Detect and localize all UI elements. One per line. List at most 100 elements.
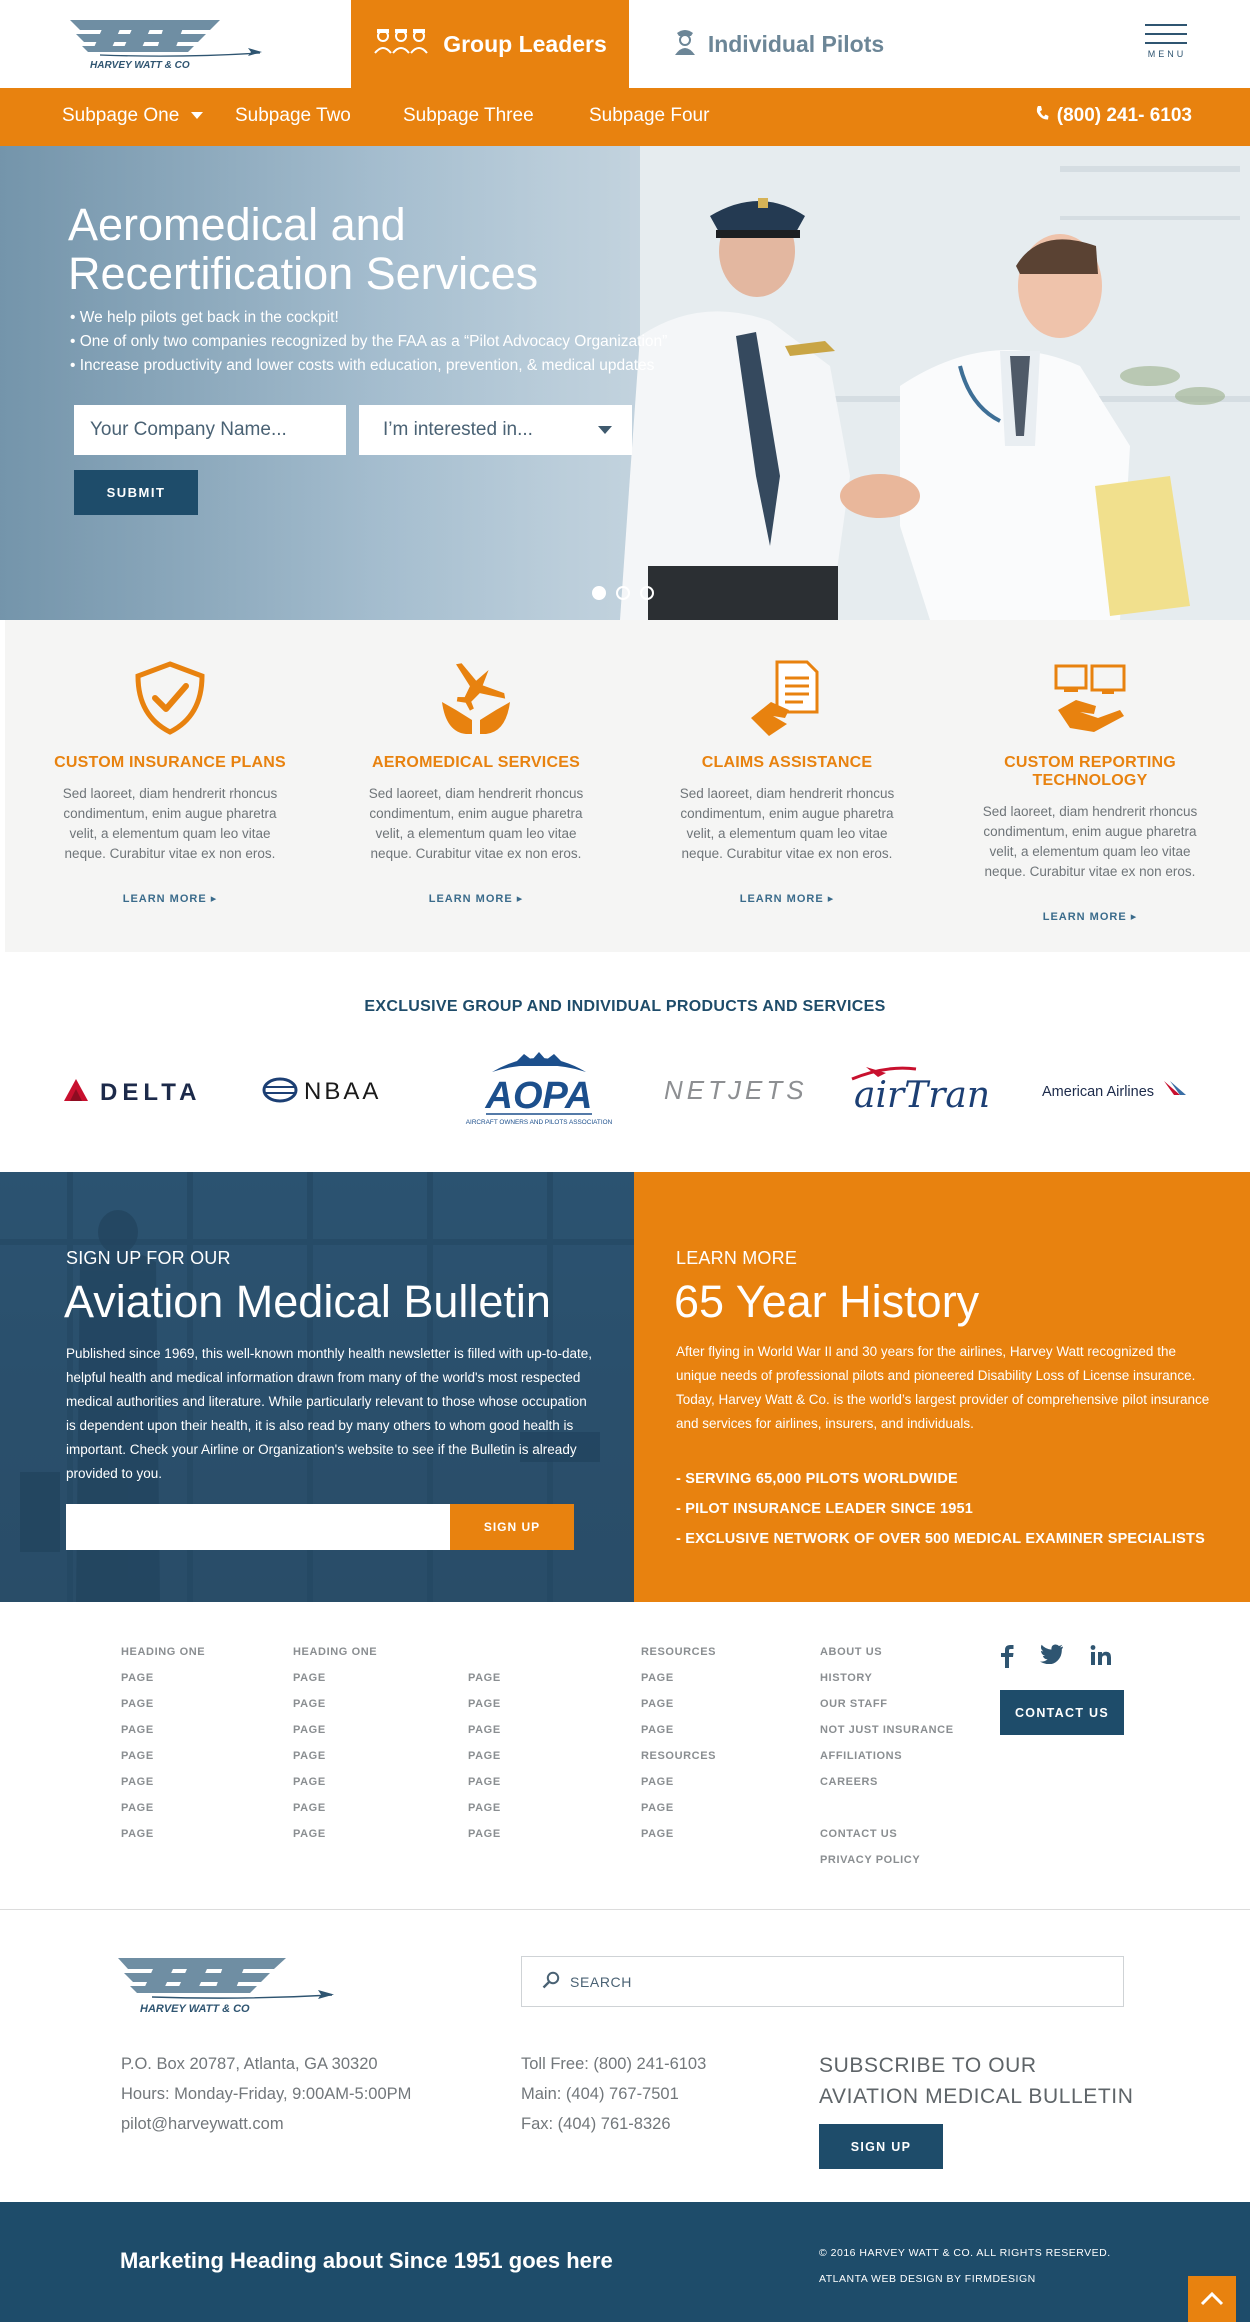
footer-link[interactable]: RESOURCES — [641, 1750, 716, 1776]
footer-divider — [0, 1909, 1250, 1910]
carousel-dot-2[interactable] — [616, 586, 630, 600]
footer-link-not-just-insurance[interactable]: NOT JUST INSURANCE — [820, 1724, 954, 1750]
learn-more-link[interactable]: LEARN MORE ▸ — [1043, 910, 1138, 923]
learn-more-label: LEARN MORE — [428, 893, 513, 905]
footer-link[interactable]: PAGE — [641, 1828, 716, 1854]
facebook-icon[interactable] — [1000, 1644, 1014, 1673]
back-to-top-button[interactable] — [1188, 2276, 1236, 2322]
service-title: AEROMEDICAL SERVICES — [372, 754, 580, 771]
interest-dropdown-value: I’m interested in... — [383, 419, 533, 440]
footer-link[interactable]: PAGE — [121, 1672, 205, 1698]
footer-email-link[interactable]: pilot@harveywatt.com — [121, 2109, 411, 2139]
company-name-input[interactable]: Your Company Name... — [74, 405, 346, 455]
learn-more-link[interactable]: LEARN MORE ▸ — [429, 892, 524, 905]
footer-link[interactable]: PAGE — [468, 1724, 501, 1750]
tab-individual-pilots[interactable]: Individual Pilots — [629, 0, 929, 88]
tab-group-leaders[interactable]: Group Leaders — [351, 0, 629, 88]
footer-link[interactable]: PAGE — [293, 1750, 377, 1776]
hamburger-menu-button[interactable]: MENU — [1145, 24, 1189, 68]
footer-link[interactable]: PAGE — [641, 1724, 716, 1750]
delta-logo[interactable]: DELTA — [60, 1050, 214, 1130]
footer-link[interactable]: PAGE — [293, 1724, 377, 1750]
learn-more-link[interactable]: LEARN MORE ▸ — [123, 892, 218, 905]
footer-link[interactable]: PAGE — [121, 1750, 205, 1776]
footer-link[interactable]: PAGE — [293, 1828, 377, 1854]
nbaa-logo[interactable]: NBAA — [262, 1050, 414, 1130]
carousel-dot-3[interactable] — [640, 586, 654, 600]
subscribe-signup-button[interactable]: SIGN UP — [819, 2124, 943, 2169]
footer-link-about[interactable]: ABOUT US — [820, 1646, 954, 1672]
footer-link[interactable]: PAGE — [121, 1698, 205, 1724]
footer-link-privacy[interactable]: PRIVACY POLICY — [820, 1854, 954, 1880]
caret-right-icon: ▸ — [1130, 911, 1138, 923]
phone-link[interactable]: (800) 241- 6103 — [1035, 105, 1192, 127]
footer-link[interactable]: PAGE — [468, 1672, 501, 1698]
learn-more-label: LEARN MORE — [122, 893, 207, 905]
nav-item-subpage-four[interactable]: Subpage Four — [589, 105, 709, 127]
footer-search-input[interactable]: SEARCH — [521, 1956, 1124, 2007]
chevron-up-icon — [1200, 2290, 1224, 2311]
menu-bar — [1145, 42, 1187, 44]
footer-link[interactable]: PAGE — [293, 1698, 377, 1724]
footer-link[interactable]: PAGE — [468, 1750, 501, 1776]
design-credit-link[interactable]: ATLANTA WEB DESIGN BY FIRMDESIGN — [819, 2266, 1111, 2292]
delta-wordmark: DELTA — [100, 1079, 201, 1105]
nav-item-subpage-three[interactable]: Subpage Three — [403, 105, 534, 127]
footer-link[interactable]: PAGE — [293, 1672, 377, 1698]
footer-link[interactable]: PAGE — [468, 1776, 501, 1802]
footer-link-careers[interactable]: CAREERS — [820, 1776, 954, 1802]
footer-link[interactable]: PAGE — [293, 1802, 377, 1828]
footer-link[interactable]: PAGE — [468, 1802, 501, 1828]
twitter-icon[interactable] — [1040, 1644, 1064, 1673]
footer-phones: Toll Free: (800) 241-6103 Main: (404) 76… — [521, 2049, 706, 2139]
footer-phone-main[interactable]: Main: (404) 767-7501 — [521, 2079, 706, 2109]
footer-link[interactable]: PAGE — [641, 1672, 716, 1698]
footer-logo[interactable]: HARVEY WATT & CO — [118, 1956, 352, 2018]
footer-link[interactable]: PAGE — [641, 1802, 716, 1828]
nav-item-subpage-one[interactable]: Subpage One — [62, 105, 203, 127]
top-header: HARVEY WATT & CO Group Leaders Individua… — [0, 0, 1250, 88]
service-card-insurance: CUSTOM INSURANCE PLANS Sed laoreet, diam… — [45, 620, 295, 907]
copyright-block: © 2016 HARVEY WATT & CO. ALL RIGHTS RESE… — [819, 2240, 1111, 2292]
footer-heading[interactable]: RESOURCES — [641, 1646, 716, 1672]
footer-link-staff[interactable]: OUR STAFF — [820, 1698, 954, 1724]
footer-link[interactable]: PAGE — [641, 1698, 716, 1724]
nav-item-subpage-two[interactable]: Subpage Two — [235, 105, 351, 127]
footer-link-contact[interactable]: CONTACT US — [820, 1828, 954, 1854]
airtran-logo[interactable]: airTran — [846, 1050, 994, 1130]
interest-dropdown[interactable]: I’m interested in... — [359, 405, 632, 455]
learn-more-link[interactable]: LEARN MORE ▸ — [740, 892, 835, 905]
chevron-down-icon — [598, 426, 612, 434]
footer-link[interactable]: PAGE — [121, 1724, 205, 1750]
netjets-logo[interactable]: NETJETS — [662, 1050, 812, 1130]
copyright-text: © 2016 HARVEY WATT & CO. ALL RIGHTS RESE… — [819, 2247, 1111, 2259]
contact-us-button[interactable]: CONTACT US — [1000, 1690, 1124, 1735]
footer-address: P.O. Box 20787, Atlanta, GA 30320 Hours:… — [121, 2049, 411, 2139]
tab-group-leaders-label: Group Leaders — [443, 30, 607, 57]
newsletter-email-input[interactable] — [66, 1504, 450, 1550]
nav-item-label: Subpage One — [62, 105, 180, 126]
footer-link[interactable]: PAGE — [121, 1776, 205, 1802]
aopa-logo[interactable]: AOPA AIRCRAFT OWNERS AND PILOTS ASSOCIAT… — [462, 1050, 616, 1130]
american-airlines-wordmark: American Airlines — [1042, 1084, 1154, 1100]
subscribe-heading-line2: AVIATION MEDICAL BULLETIN — [819, 2085, 1134, 2108]
american-airlines-logo[interactable]: American Airlines — [1040, 1050, 1190, 1130]
footer-link[interactable]: PAGE — [468, 1698, 501, 1724]
services-section: CUSTOM INSURANCE PLANS Sed laoreet, diam… — [5, 620, 1250, 952]
footer-phone-tollfree[interactable]: Toll Free: (800) 241-6103 — [521, 2049, 706, 2079]
carousel-dot-1[interactable] — [592, 586, 606, 600]
footer-link[interactable]: PAGE — [121, 1802, 205, 1828]
footer-fax: Fax: (404) 761-8326 — [521, 2115, 671, 2133]
footer-link[interactable]: PAGE — [641, 1776, 716, 1802]
newsletter-signup-button[interactable]: SIGN UP — [450, 1504, 574, 1550]
footer-link[interactable]: PAGE — [121, 1828, 205, 1854]
phone-number: (800) 241- 6103 — [1056, 105, 1192, 126]
footer-link-affiliations[interactable]: AFFILIATIONS — [820, 1750, 954, 1776]
footer-link[interactable]: PAGE — [468, 1828, 501, 1854]
footer-link[interactable]: PAGE — [293, 1776, 377, 1802]
linkedin-icon[interactable] — [1090, 1644, 1112, 1673]
footer-link-history[interactable]: HISTORY — [820, 1672, 954, 1698]
submit-button[interactable]: SUBMIT — [74, 470, 198, 515]
service-card-aeromedical: AEROMEDICAL SERVICES Sed laoreet, diam h… — [351, 620, 601, 907]
harvey-watt-logo[interactable]: HARVEY WATT & CO — [70, 18, 276, 74]
